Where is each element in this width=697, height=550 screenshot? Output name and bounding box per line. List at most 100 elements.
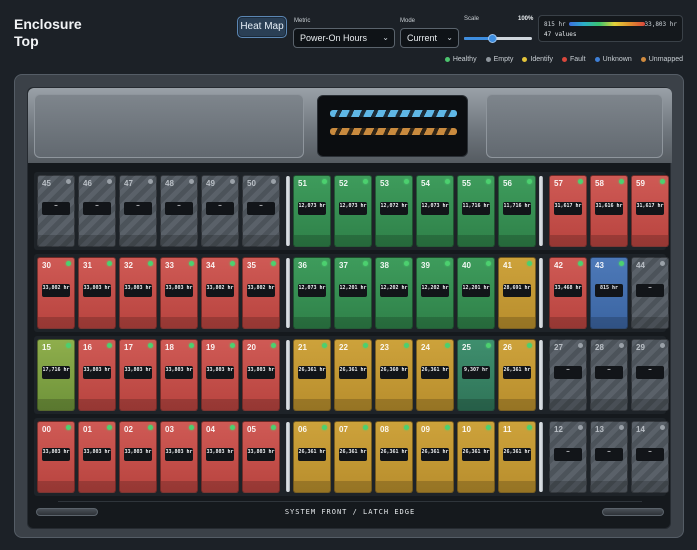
bay-row: 45 — 46 — 47 — 48 — 49 — 50 — 51 12,073 hr 52 12,073 hr… [34, 172, 669, 250]
drive-bay[interactable]: 23 26,360 hr [375, 339, 413, 411]
drive-bay[interactable]: 22 26,361 hr [334, 339, 372, 411]
drive-bay[interactable]: 42 33,468 hr [549, 257, 587, 329]
drive-bay[interactable]: 11 26,361 hr [498, 421, 536, 493]
drive-bay[interactable]: 03 33,803 hr [160, 421, 198, 493]
bay-value: 26,361 hr [339, 366, 367, 379]
drive-bay[interactable]: 47 — [119, 175, 157, 247]
status-led-icon [148, 261, 153, 266]
drive-bay[interactable]: 48 — [160, 175, 198, 247]
drive-bay[interactable]: 20 33,803 hr [242, 339, 280, 411]
bay-value: — [636, 366, 664, 379]
drive-bay[interactable]: 52 12,073 hr [334, 175, 372, 247]
drive-bay[interactable]: 08 26,361 hr [375, 421, 413, 493]
drive-bay[interactable]: 56 11,716 hr [498, 175, 536, 247]
drive-bay[interactable]: 40 12,201 hr [457, 257, 495, 329]
bay-latch [591, 235, 627, 246]
drive-bay[interactable]: 54 12,073 hr [416, 175, 454, 247]
drive-bay[interactable]: 18 33,803 hr [160, 339, 198, 411]
status-led-icon [527, 179, 532, 184]
footer-divider [58, 501, 642, 502]
drive-bay[interactable]: 14 — [631, 421, 669, 493]
status-led-icon [107, 425, 112, 430]
drive-bay[interactable]: 53 12,072 hr [375, 175, 413, 247]
bay-latch [79, 317, 115, 328]
bay-value: 26,361 hr [380, 448, 408, 461]
drive-bay[interactable]: 09 26,361 hr [416, 421, 454, 493]
bay-number: 09 [421, 425, 430, 434]
bay-value: — [83, 202, 111, 215]
drive-bay[interactable]: 13 — [590, 421, 628, 493]
drive-bay[interactable]: 17 33,803 hr [119, 339, 157, 411]
drive-bay[interactable]: 12 — [549, 421, 587, 493]
drive-bay[interactable]: 26 26,361 hr [498, 339, 536, 411]
bay-value: — [124, 202, 152, 215]
drive-bay[interactable]: 02 33,803 hr [119, 421, 157, 493]
drive-bay[interactable]: 50 — [242, 175, 280, 247]
drive-bay[interactable]: 35 33,802 hr [242, 257, 280, 329]
drive-bay[interactable]: 46 — [78, 175, 116, 247]
drive-bay[interactable]: 00 33,803 hr [37, 421, 75, 493]
drive-bay[interactable]: 16 33,803 hr [78, 339, 116, 411]
scale-value-count: 47 values [544, 31, 577, 38]
status-led-icon [445, 343, 450, 348]
scale-slider[interactable] [464, 37, 532, 40]
status-led-icon [322, 179, 327, 184]
drive-bay[interactable]: 44 — [631, 257, 669, 329]
drive-bay[interactable]: 25 9,307 hr [457, 339, 495, 411]
bay-number: 27 [554, 343, 563, 352]
bay-number: 38 [380, 261, 389, 270]
drive-bay[interactable]: 58 31,616 hr [590, 175, 628, 247]
heat-map-button[interactable]: Heat Map [237, 16, 287, 38]
drive-bay[interactable]: 01 33,803 hr [78, 421, 116, 493]
bay-latch [550, 235, 586, 246]
bay-separator [286, 258, 290, 328]
drive-bay[interactable]: 29 — [631, 339, 669, 411]
drive-bay[interactable]: 49 — [201, 175, 239, 247]
bay-value: 9,307 hr [462, 366, 490, 379]
drive-bay[interactable]: 51 12,073 hr [293, 175, 331, 247]
bay-value: 31,617 hr [554, 202, 582, 215]
bay-value: 33,803 hr [124, 284, 152, 297]
drive-bay[interactable]: 36 12,073 hr [293, 257, 331, 329]
drive-bay[interactable]: 41 28,691 hr [498, 257, 536, 329]
drive-bay[interactable]: 32 33,803 hr [119, 257, 157, 329]
drive-bay[interactable]: 30 33,802 hr [37, 257, 75, 329]
bay-value: 33,803 hr [206, 366, 234, 379]
drive-bay[interactable]: 33 33,803 hr [160, 257, 198, 329]
drive-bay[interactable]: 10 26,361 hr [457, 421, 495, 493]
bay-row: 15 17,716 hr 16 33,803 hr 17 33,803 hr 18 33,80… [34, 336, 669, 414]
bay-value: — [247, 202, 275, 215]
bay-latch [161, 317, 197, 328]
drive-bay[interactable]: 21 26,361 hr [293, 339, 331, 411]
drive-bay[interactable]: 31 33,803 hr [78, 257, 116, 329]
drive-bay[interactable]: 45 — [37, 175, 75, 247]
drive-bay[interactable]: 19 33,803 hr [201, 339, 239, 411]
drive-bay[interactable]: 07 26,361 hr [334, 421, 372, 493]
drive-bay[interactable]: 04 33,803 hr [201, 421, 239, 493]
drive-bay[interactable]: 38 12,202 hr [375, 257, 413, 329]
mode-select[interactable]: Current ⌄ [400, 28, 459, 48]
metric-label: Metric [294, 18, 311, 24]
page-title-line2: Top [14, 33, 39, 49]
drive-bay[interactable]: 37 12,201 hr [334, 257, 372, 329]
drive-bay[interactable]: 28 — [590, 339, 628, 411]
drive-bay[interactable]: 43 815 hr [590, 257, 628, 329]
scale-slider-thumb[interactable] [488, 34, 497, 43]
drive-bay[interactable]: 39 12,202 hr [416, 257, 454, 329]
drive-bay[interactable]: 34 33,802 hr [201, 257, 239, 329]
status-led-icon [148, 343, 153, 348]
drive-bay[interactable]: 57 31,617 hr [549, 175, 587, 247]
drive-bay[interactable]: 55 11,716 hr [457, 175, 495, 247]
drive-bay[interactable]: 06 26,361 hr [293, 421, 331, 493]
bay-number: 43 [595, 261, 604, 270]
drive-bay[interactable]: 15 17,716 hr [37, 339, 75, 411]
right-handle [486, 94, 663, 158]
bay-value: — [554, 366, 582, 379]
drive-bay[interactable]: 24 26,361 hr [416, 339, 454, 411]
bay-value: 33,802 hr [247, 284, 275, 297]
drive-bay[interactable]: 05 33,803 hr [242, 421, 280, 493]
bay-value: — [165, 202, 193, 215]
drive-bay[interactable]: 59 31,617 hr [631, 175, 669, 247]
drive-bay[interactable]: 27 — [549, 339, 587, 411]
metric-select[interactable]: Power-On Hours ⌄ [293, 28, 395, 48]
